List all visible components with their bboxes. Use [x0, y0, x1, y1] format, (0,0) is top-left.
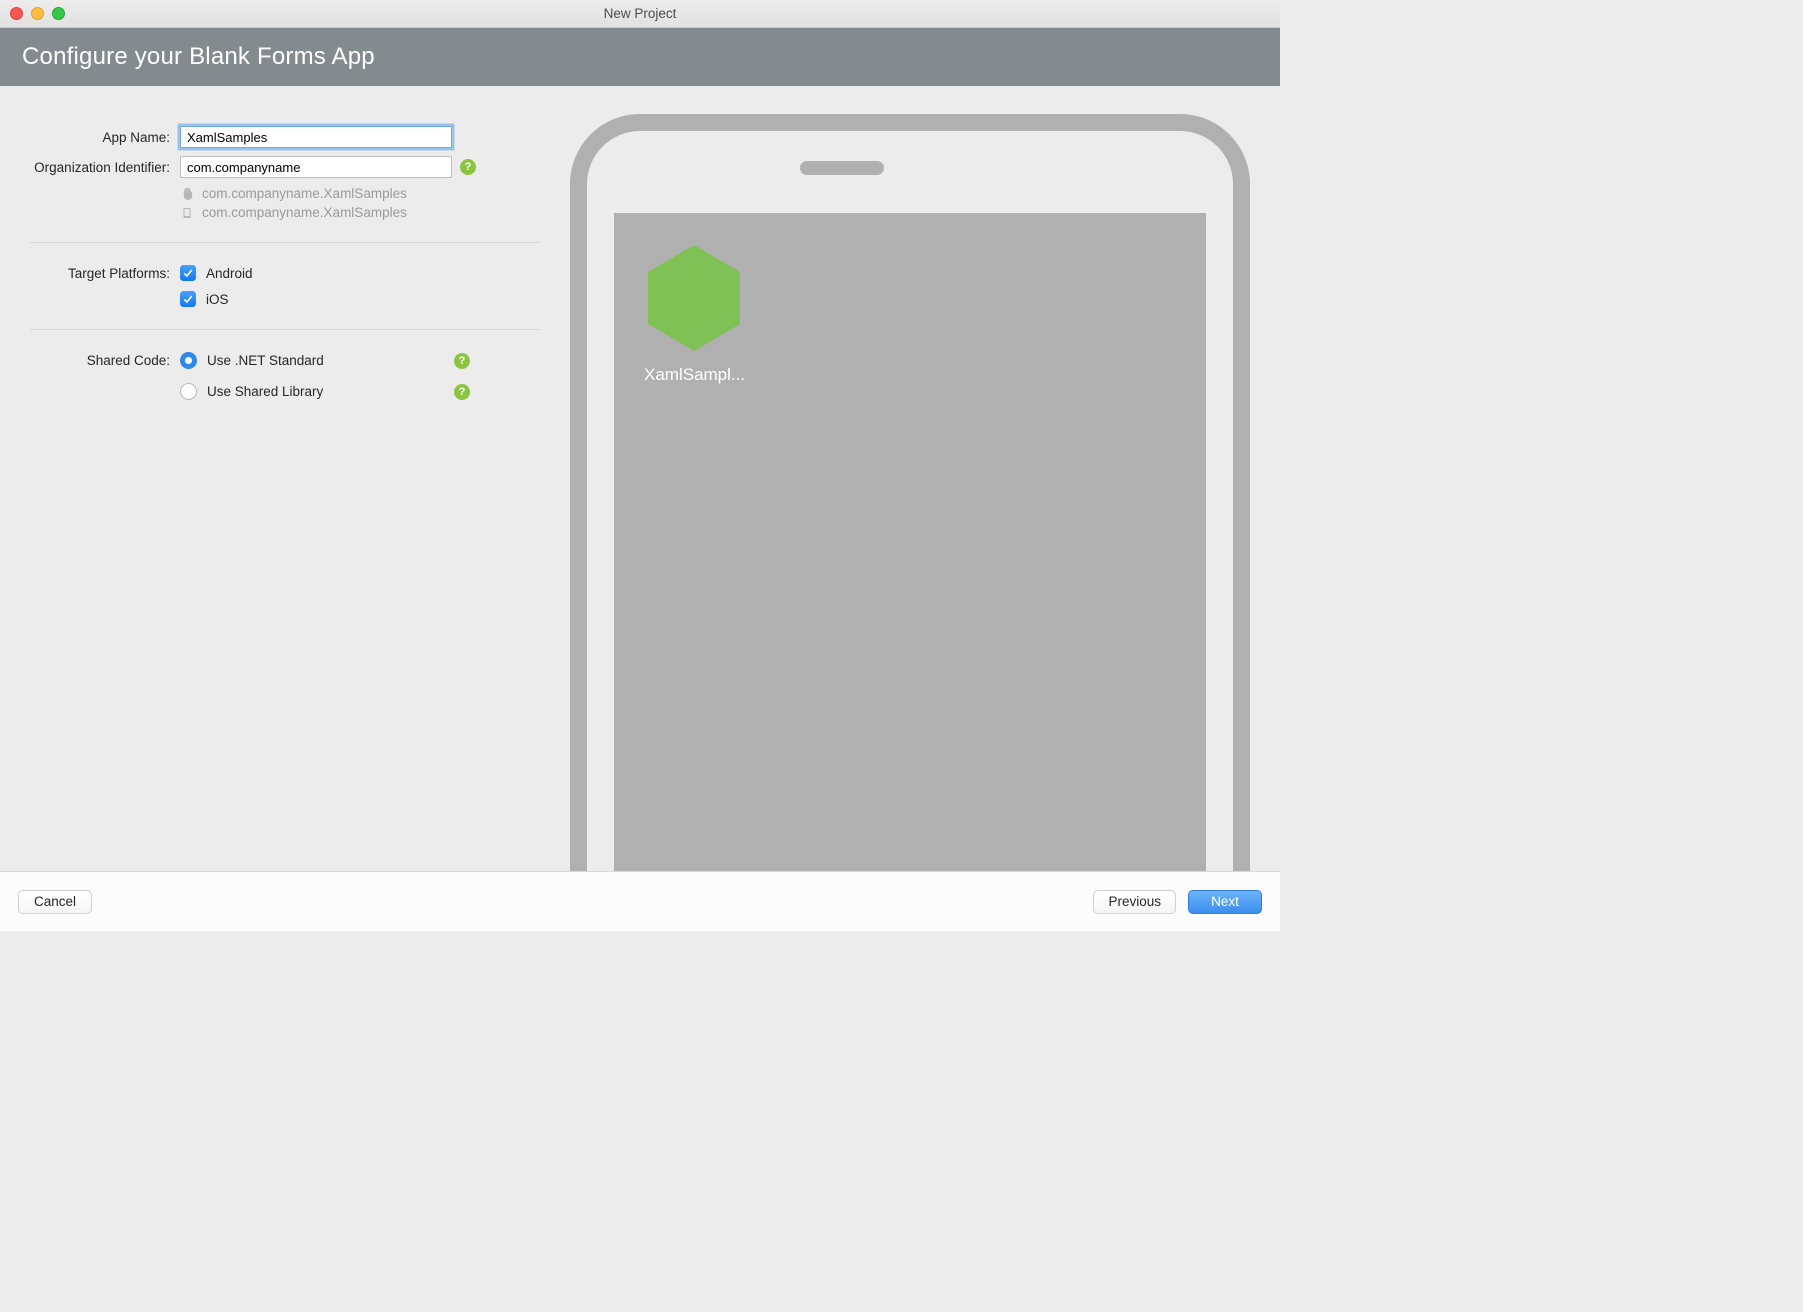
row-netstandard: Shared Code: Use .NET Standard ?	[0, 352, 570, 369]
window-controls	[10, 7, 65, 20]
platforms-label: Target Platforms:	[0, 266, 180, 281]
titlebar: New Project	[0, 0, 1280, 28]
row-app-name: App Name:	[0, 126, 570, 148]
row-platforms-android: Target Platforms: Android	[0, 265, 570, 281]
app-name-label: App Name:	[0, 130, 180, 145]
next-button[interactable]: Next	[1188, 890, 1262, 914]
main-content: App Name: Organization Identifier: ? com…	[0, 86, 1280, 871]
minimize-window-button[interactable]	[31, 7, 44, 20]
help-icon[interactable]: ?	[454, 384, 470, 400]
radio-sharedlibrary[interactable]	[180, 383, 197, 400]
hint-ios: com.companyname.XamlSamples	[180, 205, 570, 220]
previous-button[interactable]: Previous	[1093, 890, 1176, 914]
android-icon	[180, 187, 194, 201]
checkbox-android[interactable]	[180, 265, 196, 281]
preview-pane: XamlSampl...	[570, 86, 1280, 871]
radio-netstandard[interactable]	[180, 352, 197, 369]
phone-screen: XamlSampl...	[614, 213, 1206, 871]
radio-sharedlibrary-label: Use Shared Library	[207, 384, 323, 399]
form-pane: App Name: Organization Identifier: ? com…	[0, 86, 570, 871]
close-window-button[interactable]	[10, 7, 23, 20]
hint-android-text: com.companyname.XamlSamples	[202, 186, 407, 201]
zoom-window-button[interactable]	[52, 7, 65, 20]
phone-earpiece-icon	[800, 161, 884, 175]
divider-1	[30, 242, 540, 243]
radio-netstandard-label: Use .NET Standard	[207, 353, 324, 368]
divider-2	[30, 329, 540, 330]
help-icon[interactable]: ?	[460, 159, 476, 175]
checkbox-ios-label: iOS	[206, 292, 229, 307]
checkbox-android-label: Android	[206, 266, 253, 281]
hint-ios-text: com.companyname.XamlSamples	[202, 205, 407, 220]
preview-app-caption: XamlSampl...	[644, 365, 764, 385]
app-name-input[interactable]	[180, 126, 452, 148]
shared-code-label: Shared Code:	[0, 353, 180, 368]
window-title: New Project	[604, 6, 677, 21]
phone-mockup: XamlSampl...	[570, 114, 1270, 871]
cancel-button[interactable]: Cancel	[18, 890, 92, 914]
row-sharedlibrary: Use Shared Library ?	[0, 383, 570, 400]
app-icon-hexagon	[644, 243, 744, 353]
row-org-id: Organization Identifier: ?	[0, 156, 570, 178]
hint-android: com.companyname.XamlSamples	[180, 186, 570, 201]
row-platforms-ios: iOS	[0, 291, 570, 307]
checkbox-ios[interactable]	[180, 291, 196, 307]
org-id-label: Organization Identifier:	[0, 160, 180, 175]
help-icon[interactable]: ?	[454, 353, 470, 369]
page-title: Configure your Blank Forms App	[22, 43, 375, 71]
org-id-input[interactable]	[180, 156, 452, 178]
header-band: Configure your Blank Forms App	[0, 28, 1280, 86]
phone-icon	[180, 206, 194, 220]
footer: Cancel Previous Next	[0, 871, 1280, 931]
phone-body: XamlSampl...	[570, 114, 1250, 871]
